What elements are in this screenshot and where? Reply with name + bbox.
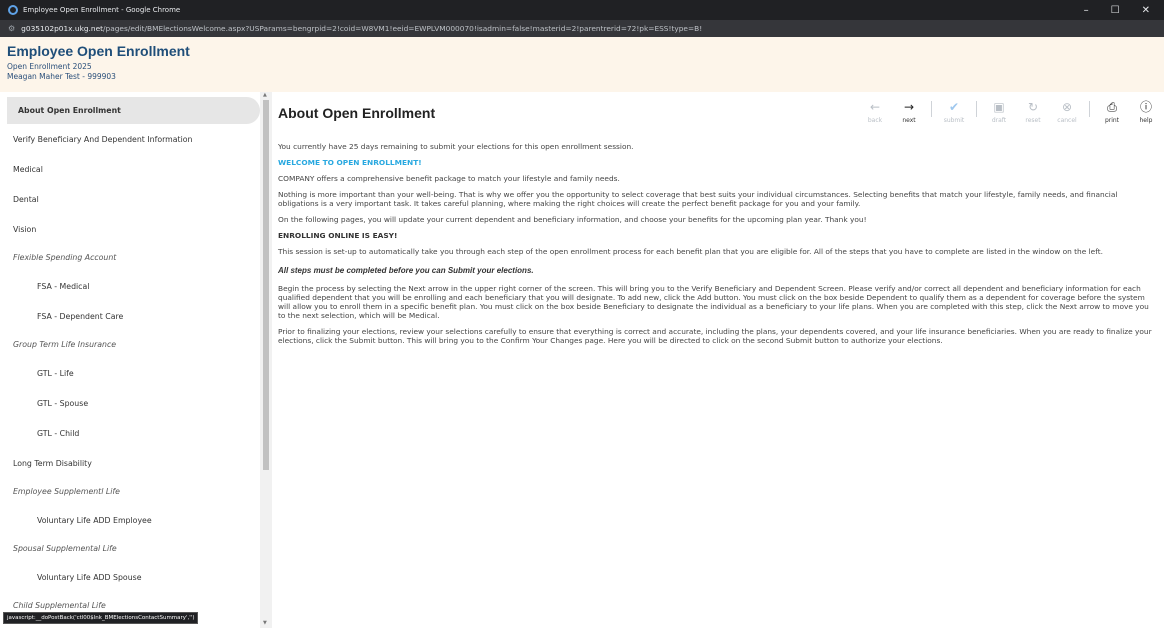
sidebar-group-employee-supp: Employee Supplementl Life xyxy=(13,487,120,496)
scrollbar-thumb[interactable] xyxy=(263,100,269,470)
sidebar-item-gtl-life[interactable]: GTL - Life xyxy=(0,358,260,388)
steps-sidebar: About Open Enrollment Verify Beneficiary… xyxy=(0,92,260,628)
sidebar-item-about[interactable]: About Open Enrollment xyxy=(7,97,260,124)
app-title: Employee Open Enrollment xyxy=(7,43,190,59)
sidebar-item-ltd[interactable]: Long Term Disability xyxy=(0,448,260,478)
sidebar-item-dental[interactable]: Dental xyxy=(0,184,260,214)
app-header: Employee Open Enrollment Open Enrollment… xyxy=(0,37,1164,92)
sidebar-scrollbar[interactable]: ▲ ▼ xyxy=(260,92,272,628)
sidebar-item-fsa-medical[interactable]: FSA - Medical xyxy=(0,271,260,301)
printer-icon: ⎙ xyxy=(1107,100,1117,114)
cancel-circle-icon: ⊗ xyxy=(1061,100,1073,114)
easy-heading: ENROLLING ONLINE IS EASY! xyxy=(278,231,398,240)
refresh-icon: ↻ xyxy=(1027,100,1039,114)
address-bar[interactable]: ⚙ g035102p01x.ukg.net /pages/edit/BMElec… xyxy=(0,20,1164,37)
print-button[interactable]: ⎙ print xyxy=(1100,100,1124,124)
sidebar-item-vol-life-employee[interactable]: Voluntary Life ADD Employee xyxy=(0,505,260,535)
url-host: g035102p01x.ukg.net xyxy=(21,24,104,33)
close-icon[interactable]: ✕ xyxy=(1142,5,1150,16)
paragraph: COMPANY offers a comprehensive benefit p… xyxy=(278,174,620,183)
cancel-button[interactable]: ⊗ cancel xyxy=(1055,100,1079,124)
draft-button[interactable]: ▣ draft xyxy=(987,100,1011,124)
sidebar-group-gtl: Group Term Life Insurance xyxy=(13,340,117,349)
browser-titlebar: Employee Open Enrollment - Google Chrome… xyxy=(0,0,1164,20)
url-path: /pages/edit/BMElectionsWelcome.aspx?USPa… xyxy=(103,24,703,33)
scroll-down-icon[interactable]: ▼ xyxy=(263,620,267,626)
sidebar-item-vol-life-spouse[interactable]: Voluntary Life ADD Spouse xyxy=(0,562,260,592)
sidebar-group-spousal-supp: Spousal Supplemental Life xyxy=(13,544,117,553)
sidebar-item-gtl-child[interactable]: GTL - Child xyxy=(0,418,260,448)
sidebar-item-medical[interactable]: Medical xyxy=(0,154,260,184)
scroll-up-icon[interactable]: ▲ xyxy=(263,92,267,98)
submit-button[interactable]: ✔ submit xyxy=(942,100,966,124)
employee-name: Meagan Maher Test - 999903 xyxy=(7,72,116,81)
reset-button[interactable]: ↻ reset xyxy=(1021,100,1045,124)
paragraph: Nothing is more important than your well… xyxy=(278,190,1118,208)
back-button[interactable]: ← back xyxy=(863,100,887,124)
session-name: Open Enrollment 2025 xyxy=(7,62,92,71)
toolbar-divider xyxy=(976,101,977,117)
status-link-tooltip: javascript:__doPostBack('ctl00$lnk_BMEle… xyxy=(3,612,199,624)
paragraph: Begin the process by selecting the Next … xyxy=(278,284,1149,320)
next-button[interactable]: → next xyxy=(897,100,921,124)
window-title: Employee Open Enrollment - Google Chrome xyxy=(23,6,181,14)
maximize-icon[interactable]: ☐ xyxy=(1111,5,1120,16)
sidebar-group-fsa: Flexible Spending Account xyxy=(13,253,117,262)
sidebar-item-verify[interactable]: Verify Beneficiary And Dependent Informa… xyxy=(0,124,260,154)
toolbar-divider xyxy=(931,101,932,117)
help-icon: ⓘ xyxy=(1139,100,1152,114)
paragraph: This session is set-up to automatically … xyxy=(278,247,1103,256)
steps-notice: All steps must be completed before you c… xyxy=(278,266,534,275)
welcome-text: You currently have 25 days remaining to … xyxy=(278,142,1164,345)
content-panel: About Open Enrollment ← back → next ✔ su… xyxy=(272,92,1164,628)
paragraph: Prior to finalizing your elections, revi… xyxy=(278,327,1152,345)
check-circle-icon: ✔ xyxy=(948,100,960,114)
site-settings-icon[interactable]: ⚙ xyxy=(8,24,15,33)
toolbar-divider xyxy=(1089,101,1090,117)
page-title: About Open Enrollment xyxy=(278,105,436,121)
minimize-icon[interactable]: – xyxy=(1084,5,1089,16)
help-button[interactable]: ⓘ help xyxy=(1134,100,1158,124)
sidebar-item-vision[interactable]: Vision xyxy=(0,214,260,244)
arrow-right-icon: → xyxy=(903,100,915,114)
sidebar-item-gtl-spouse[interactable]: GTL - Spouse xyxy=(0,388,260,418)
sidebar-item-fsa-dependent[interactable]: FSA - Dependent Care xyxy=(0,301,260,331)
ukg-app-icon xyxy=(8,5,18,15)
days-remaining: You currently have 25 days remaining to … xyxy=(278,142,634,151)
welcome-heading: WELCOME TO OPEN ENROLLMENT! xyxy=(278,158,422,167)
action-toolbar: ← back → next ✔ submit ▣ draft ↻ reset ⊗… xyxy=(863,100,1164,124)
arrow-left-icon: ← xyxy=(869,100,881,114)
save-icon: ▣ xyxy=(993,100,1005,114)
paragraph: On the following pages, you will update … xyxy=(278,215,867,224)
